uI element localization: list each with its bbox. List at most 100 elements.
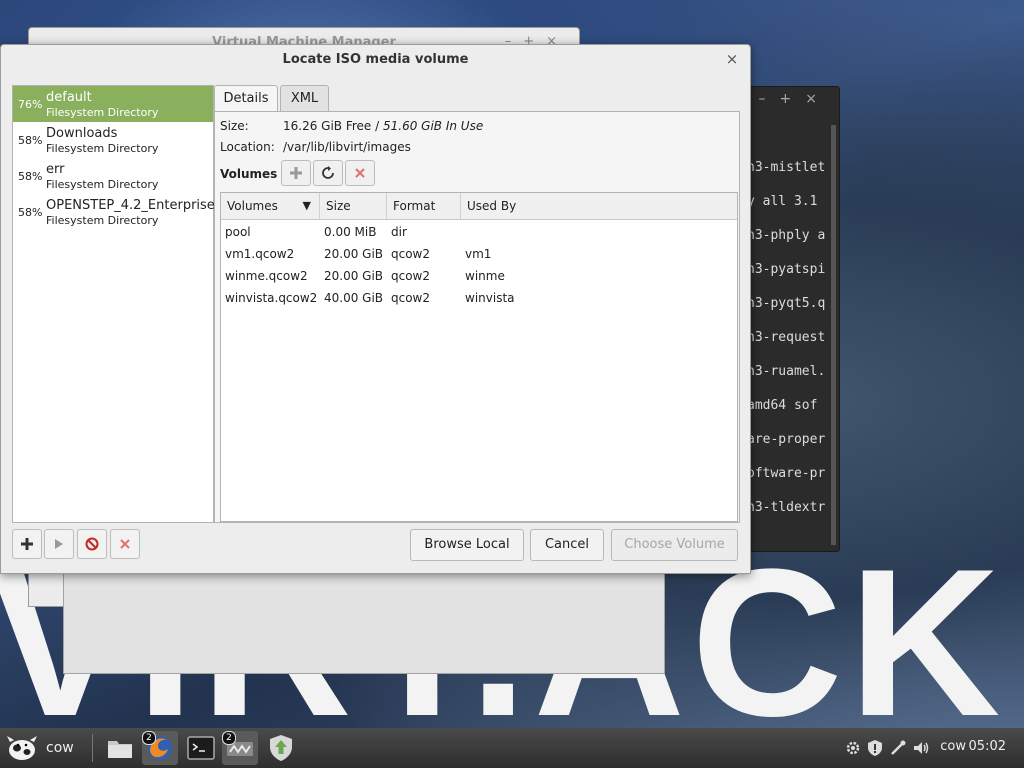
volume-size: 0.00 MiB	[324, 225, 377, 239]
browse-local-button[interactable]: Browse Local	[410, 529, 524, 561]
volume-format: qcow2	[391, 247, 431, 261]
stop-pool-button[interactable]	[77, 529, 107, 559]
shield-update-icon	[270, 735, 292, 761]
refresh-volumes-button[interactable]	[313, 160, 343, 186]
dialog-title: Locate ISO media volume	[282, 52, 469, 67]
pool-usage-percent: 76%	[18, 98, 43, 111]
minimize-icon[interactable]: –	[759, 91, 780, 107]
add-pool-button[interactable]	[12, 529, 42, 559]
column-header-format[interactable]: Format	[387, 193, 461, 219]
user-name[interactable]: cow	[940, 739, 966, 754]
clock[interactable]: 05:02	[969, 739, 1006, 754]
maximize-icon[interactable]: +	[780, 91, 806, 107]
terminal-line: n3-tldextr	[747, 500, 826, 515]
folder-icon	[108, 741, 132, 758]
pool-item-openstep[interactable]: 58% OPENSTEP_4.2_Enterprise Filesystem D…	[13, 194, 215, 230]
terminal-line: are-proper	[747, 432, 826, 447]
shield-icon[interactable]	[866, 739, 884, 757]
terminal-window[interactable]: –+× n3-mistlet y all 3.1 n3-phply a n3-p…	[738, 86, 840, 552]
volume-size: 20.00 GiB	[324, 247, 384, 261]
volume-format: qcow2	[391, 291, 431, 305]
virt-manager-launcher[interactable]: 2	[222, 731, 258, 765]
size-in-use: 51.60 GiB In Use	[382, 119, 484, 133]
pool-usage-percent: 58%	[18, 206, 43, 219]
location-label: Location:	[220, 140, 275, 154]
pool-item-default[interactable]: 76% default Filesystem Directory	[13, 86, 213, 122]
stop-icon	[85, 537, 99, 551]
volume-size: 40.00 GiB	[324, 291, 384, 305]
sort-descending-icon: ▼	[302, 199, 311, 212]
update-manager-launcher[interactable]	[263, 731, 299, 765]
close-icon[interactable]: ×	[724, 51, 740, 67]
terminal-line: n3-pyatspi	[747, 262, 826, 277]
size-label: Size:	[220, 119, 249, 133]
table-row[interactable]: pool 0.00 MiB dir	[221, 221, 737, 243]
delete-icon	[120, 539, 130, 549]
pool-name: Downloads	[46, 126, 118, 141]
size-separator: /	[371, 119, 383, 133]
choose-volume-button[interactable]: Choose Volume	[611, 529, 738, 561]
terminal-line: oftware-pr	[747, 466, 826, 481]
delete-icon	[355, 168, 365, 178]
terminal-line: n3-request	[747, 330, 826, 345]
storage-pool-list[interactable]: 76% default Filesystem Directory 58% Dow…	[12, 85, 215, 523]
size-free: 16.26 GiB Free	[283, 119, 372, 133]
cancel-button[interactable]: Cancel	[530, 529, 604, 561]
pool-item-err[interactable]: 58% err Filesystem Directory	[13, 158, 213, 194]
files-launcher[interactable]	[102, 731, 138, 765]
column-header-volumes[interactable]: Volumes ▼	[221, 193, 320, 219]
menu-label: cow	[46, 740, 74, 756]
tab-xml[interactable]: XML	[280, 85, 329, 111]
pool-name: default	[46, 90, 92, 105]
close-icon[interactable]: ×	[805, 91, 831, 107]
volume-format: dir	[391, 225, 407, 239]
terminal-line: amd64 sof	[747, 398, 818, 413]
table-row[interactable]: winme.qcow2 20.00 GiB qcow2 winme	[221, 265, 737, 287]
pool-name: OPENSTEP_4.2_Enterprise	[46, 198, 215, 213]
pool-usage-percent: 58%	[18, 134, 43, 147]
column-header-size[interactable]: Size	[320, 193, 387, 219]
window-count-badge: 2	[222, 731, 236, 745]
terminal-launcher[interactable]	[183, 731, 219, 765]
window-count-badge: 2	[142, 731, 156, 745]
play-icon	[55, 539, 63, 549]
location-row: Location: /var/lib/libvirt/images	[220, 140, 411, 154]
table-row[interactable]: winvista.qcow2 40.00 GiB qcow2 winvista	[221, 287, 737, 309]
terminal-line: y all 3.1	[747, 194, 818, 209]
delete-pool-button[interactable]	[110, 529, 140, 559]
details-panel: Size: 16.26 GiB Free / 51.60 GiB In Use L…	[214, 111, 740, 523]
location-value: /var/lib/libvirt/images	[283, 140, 411, 154]
terminal-line: n3-phply a	[747, 228, 826, 243]
pool-name: err	[46, 162, 65, 177]
tab-details[interactable]: Details	[214, 85, 278, 112]
main-menu-button[interactable]: cow	[4, 731, 74, 765]
delete-volume-button[interactable]	[345, 160, 375, 186]
background-window-panel	[63, 560, 665, 674]
terminal-scrollbar[interactable]	[831, 125, 836, 545]
terminal-window-controls[interactable]: –+×	[759, 91, 831, 107]
volume-table[interactable]: Volumes ▼ Size Format Used By pool 0.00 …	[220, 192, 738, 522]
terminal-line: n3-mistlet	[747, 160, 826, 175]
table-row[interactable]: vm1.qcow2 20.00 GiB qcow2 vm1	[221, 243, 737, 265]
volume-icon[interactable]	[912, 739, 930, 757]
terminal-line: n3-ruamel.	[747, 364, 826, 379]
network-icon[interactable]	[889, 739, 907, 757]
volume-used-by: winvista	[465, 291, 515, 305]
dialog-titlebar[interactable]: Locate ISO media volume ×	[1, 45, 750, 75]
taskbar: cow 2 2 cow 05:02	[0, 728, 1024, 768]
volume-name: winvista.qcow2	[225, 291, 318, 305]
plus-icon	[21, 538, 33, 550]
plus-icon	[290, 167, 302, 179]
pool-item-downloads[interactable]: 58% Downloads Filesystem Directory	[13, 122, 213, 158]
pool-type: Filesystem Directory	[46, 106, 159, 119]
gear-icon[interactable]	[844, 739, 862, 757]
volume-name: pool	[225, 225, 251, 239]
pool-type: Filesystem Directory	[46, 178, 159, 191]
volume-size: 20.00 GiB	[324, 269, 384, 283]
pool-type: Filesystem Directory	[46, 214, 159, 227]
start-pool-button[interactable]	[44, 529, 74, 559]
volume-name: vm1.qcow2	[225, 247, 295, 261]
add-volume-button[interactable]	[281, 160, 311, 186]
column-header-used-by[interactable]: Used By	[461, 193, 737, 219]
firefox-launcher[interactable]: 2	[142, 731, 178, 765]
